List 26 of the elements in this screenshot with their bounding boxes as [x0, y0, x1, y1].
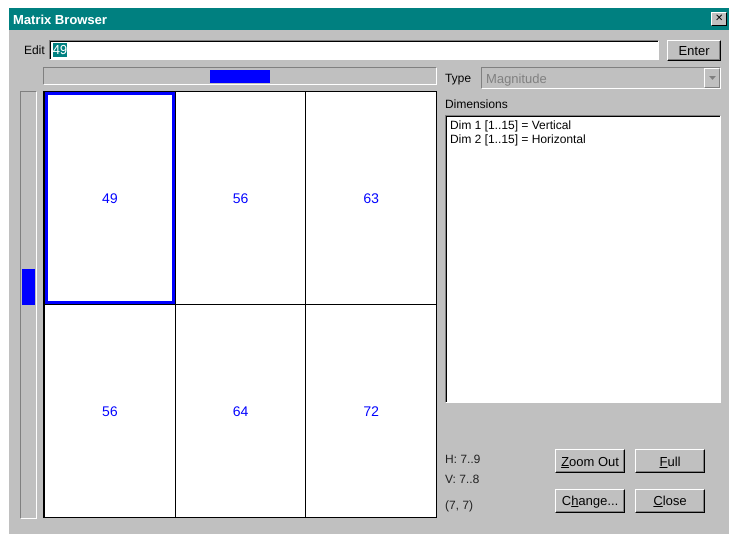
scroll-thumb[interactable] — [210, 70, 270, 83]
dialog-button[interactable]: Change... — [555, 488, 625, 512]
type-label: Type — [445, 71, 472, 85]
dimension-item[interactable]: Dim 1 [1..15] = Vertical — [450, 118, 716, 132]
edit-field[interactable]: 49 — [48, 40, 659, 60]
edit-label: Edit — [24, 43, 45, 57]
dialog-button[interactable]: Full — [635, 449, 705, 473]
vertical-scrollbar[interactable] — [20, 91, 37, 519]
matrix-cell[interactable]: 64 — [176, 305, 306, 517]
dimensions-label: Dimensions — [445, 97, 509, 111]
dialog-button[interactable]: Zoom Out — [555, 449, 625, 473]
window-title: Matrix Browser — [13, 12, 107, 26]
matrix-cell[interactable]: 49 — [45, 92, 175, 304]
vertical-range: V: 7..8 — [445, 471, 480, 488]
close-button[interactable]: ✕ — [711, 12, 727, 26]
position-text: (7, 7) — [445, 497, 474, 514]
enter-button[interactable]: Enter — [667, 40, 721, 60]
horizontal-range: H: 7..9 — [445, 451, 480, 468]
dimension-item[interactable]: Dim 2 [1..15] = Horizontal — [450, 132, 716, 146]
scroll-thumb[interactable] — [22, 269, 35, 305]
matrix-cell[interactable]: 56 — [45, 305, 175, 517]
matrix-cell[interactable]: 72 — [306, 305, 436, 517]
horizontal-scrollbar[interactable] — [43, 67, 437, 85]
dialog-button[interactable]: Close — [635, 488, 705, 512]
matrix-cell[interactable]: 63 — [306, 92, 436, 304]
matrix-cell[interactable]: 56 — [176, 92, 306, 304]
